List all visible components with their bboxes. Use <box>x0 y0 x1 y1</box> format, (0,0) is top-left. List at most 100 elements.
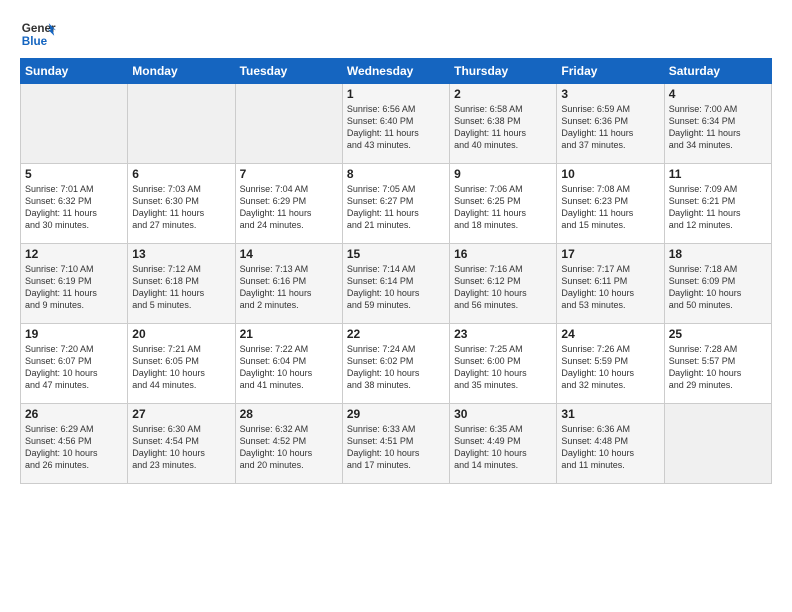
day-info: Sunrise: 7:01 AM Sunset: 6:32 PM Dayligh… <box>25 183 123 232</box>
day-number: 27 <box>132 407 230 421</box>
logo-icon: General Blue <box>20 16 56 52</box>
weekday-header-row: SundayMondayTuesdayWednesdayThursdayFrid… <box>21 59 772 84</box>
day-cell: 22 Sunrise: 7:24 AM Sunset: 6:02 PM Dayli… <box>342 324 449 404</box>
day-info: Sunrise: 6:59 AM Sunset: 6:36 PM Dayligh… <box>561 103 659 152</box>
weekday-header-tuesday: Tuesday <box>235 59 342 84</box>
day-cell: 15Sunrise: 7:14 AM Sunset: 6:14 PM Dayli… <box>342 244 449 324</box>
day-info: Sunrise: 6:29 AM Sunset: 4:56 PM Dayligh… <box>25 423 123 472</box>
day-cell: 11 Sunrise: 7:09 AM Sunset: 6:21 PM Dayli… <box>664 164 771 244</box>
day-info: Sunrise: 7:22 AM Sunset: 6:04 PM Dayligh… <box>240 343 338 392</box>
day-cell: 3 Sunrise: 6:59 AM Sunset: 6:36 PM Daylig… <box>557 84 664 164</box>
day-info: Sunrise: 7:00 AM Sunset: 6:34 PM Dayligh… <box>669 103 767 152</box>
day-number: 6 <box>132 167 230 181</box>
day-info: Sunrise: 6:35 AM Sunset: 4:49 PM Dayligh… <box>454 423 552 472</box>
day-cell <box>664 404 771 484</box>
day-number: 17 <box>561 247 659 261</box>
day-cell: 24Sunrise: 7:26 AM Sunset: 5:59 PM Dayli… <box>557 324 664 404</box>
weekday-header-saturday: Saturday <box>664 59 771 84</box>
day-info: Sunrise: 7:08 AM Sunset: 6:23 PM Dayligh… <box>561 183 659 232</box>
day-cell: 18 Sunrise: 7:18 AM Sunset: 6:09 PM Dayli… <box>664 244 771 324</box>
day-info: Sunrise: 7:25 AM Sunset: 6:00 PM Dayligh… <box>454 343 552 392</box>
day-number: 20 <box>132 327 230 341</box>
day-info: Sunrise: 7:12 AM Sunset: 6:18 PM Dayligh… <box>132 263 230 312</box>
day-cell: 2 Sunrise: 6:58 AM Sunset: 6:38 PM Daylig… <box>450 84 557 164</box>
day-cell: 25 Sunrise: 7:28 AM Sunset: 5:57 PM Dayli… <box>664 324 771 404</box>
day-cell: 17 Sunrise: 7:17 AM Sunset: 6:11 PM Dayli… <box>557 244 664 324</box>
day-info: Sunrise: 7:09 AM Sunset: 6:21 PM Dayligh… <box>669 183 767 232</box>
day-cell: 4 Sunrise: 7:00 AM Sunset: 6:34 PM Daylig… <box>664 84 771 164</box>
day-info: Sunrise: 7:14 AM Sunset: 6:14 PM Dayligh… <box>347 263 445 312</box>
day-number: 11 <box>669 167 767 181</box>
day-cell: 21 Sunrise: 7:22 AM Sunset: 6:04 PM Dayli… <box>235 324 342 404</box>
svg-text:Blue: Blue <box>22 35 48 48</box>
day-number: 16 <box>454 247 552 261</box>
weekday-header-monday: Monday <box>128 59 235 84</box>
day-cell: 13 Sunrise: 7:12 AM Sunset: 6:18 PM Dayli… <box>128 244 235 324</box>
day-number: 23 <box>454 327 552 341</box>
day-number: 28 <box>240 407 338 421</box>
day-number: 31 <box>561 407 659 421</box>
day-info: Sunrise: 7:20 AM Sunset: 6:07 PM Dayligh… <box>25 343 123 392</box>
day-number: 21 <box>240 327 338 341</box>
logo: General Blue <box>20 16 56 52</box>
day-info: Sunrise: 7:24 AM Sunset: 6:02 PM Dayligh… <box>347 343 445 392</box>
day-cell: 28Sunrise: 6:32 AM Sunset: 4:52 PM Dayli… <box>235 404 342 484</box>
day-number: 5 <box>25 167 123 181</box>
day-info: Sunrise: 7:18 AM Sunset: 6:09 PM Dayligh… <box>669 263 767 312</box>
day-number: 18 <box>669 247 767 261</box>
day-number: 30 <box>454 407 552 421</box>
day-cell: 30 Sunrise: 6:35 AM Sunset: 4:49 PM Dayli… <box>450 404 557 484</box>
day-number: 13 <box>132 247 230 261</box>
day-number: 2 <box>454 87 552 101</box>
calendar-table: SundayMondayTuesdayWednesdayThursdayFrid… <box>20 58 772 484</box>
day-cell <box>128 84 235 164</box>
day-info: Sunrise: 6:36 AM Sunset: 4:48 PM Dayligh… <box>561 423 659 472</box>
week-row-2: 5 Sunrise: 7:01 AM Sunset: 6:32 PM Daylig… <box>21 164 772 244</box>
day-cell: 29Sunrise: 6:33 AM Sunset: 4:51 PM Dayli… <box>342 404 449 484</box>
day-info: Sunrise: 7:26 AM Sunset: 5:59 PM Dayligh… <box>561 343 659 392</box>
weekday-header-friday: Friday <box>557 59 664 84</box>
day-number: 19 <box>25 327 123 341</box>
day-cell: 1Sunrise: 6:56 AM Sunset: 6:40 PM Daylig… <box>342 84 449 164</box>
day-cell: 10 Sunrise: 7:08 AM Sunset: 6:23 PM Dayli… <box>557 164 664 244</box>
day-cell: 5 Sunrise: 7:01 AM Sunset: 6:32 PM Daylig… <box>21 164 128 244</box>
day-number: 1 <box>347 87 445 101</box>
day-cell: 16 Sunrise: 7:16 AM Sunset: 6:12 PM Dayli… <box>450 244 557 324</box>
day-cell: 23 Sunrise: 7:25 AM Sunset: 6:00 PM Dayli… <box>450 324 557 404</box>
day-cell <box>21 84 128 164</box>
day-info: Sunrise: 6:58 AM Sunset: 6:38 PM Dayligh… <box>454 103 552 152</box>
day-info: Sunrise: 7:28 AM Sunset: 5:57 PM Dayligh… <box>669 343 767 392</box>
day-number: 25 <box>669 327 767 341</box>
day-number: 7 <box>240 167 338 181</box>
day-cell: 20 Sunrise: 7:21 AM Sunset: 6:05 PM Dayli… <box>128 324 235 404</box>
header: General Blue <box>20 16 772 52</box>
day-info: Sunrise: 7:06 AM Sunset: 6:25 PM Dayligh… <box>454 183 552 232</box>
day-number: 22 <box>347 327 445 341</box>
day-cell: 8Sunrise: 7:05 AM Sunset: 6:27 PM Daylig… <box>342 164 449 244</box>
day-number: 4 <box>669 87 767 101</box>
weekday-header-sunday: Sunday <box>21 59 128 84</box>
weekday-header-wednesday: Wednesday <box>342 59 449 84</box>
day-cell: 26 Sunrise: 6:29 AM Sunset: 4:56 PM Dayli… <box>21 404 128 484</box>
day-cell: 19 Sunrise: 7:20 AM Sunset: 6:07 PM Dayli… <box>21 324 128 404</box>
day-cell: 14 Sunrise: 7:13 AM Sunset: 6:16 PM Dayli… <box>235 244 342 324</box>
day-number: 10 <box>561 167 659 181</box>
day-info: Sunrise: 7:16 AM Sunset: 6:12 PM Dayligh… <box>454 263 552 312</box>
day-info: Sunrise: 7:17 AM Sunset: 6:11 PM Dayligh… <box>561 263 659 312</box>
day-cell: 6Sunrise: 7:03 AM Sunset: 6:30 PM Daylig… <box>128 164 235 244</box>
day-number: 29 <box>347 407 445 421</box>
day-info: Sunrise: 6:30 AM Sunset: 4:54 PM Dayligh… <box>132 423 230 472</box>
day-number: 12 <box>25 247 123 261</box>
day-number: 3 <box>561 87 659 101</box>
day-cell <box>235 84 342 164</box>
day-cell: 9Sunrise: 7:06 AM Sunset: 6:25 PM Daylig… <box>450 164 557 244</box>
day-info: Sunrise: 7:13 AM Sunset: 6:16 PM Dayligh… <box>240 263 338 312</box>
week-row-3: 12Sunrise: 7:10 AM Sunset: 6:19 PM Dayli… <box>21 244 772 324</box>
day-number: 26 <box>25 407 123 421</box>
day-info: Sunrise: 7:21 AM Sunset: 6:05 PM Dayligh… <box>132 343 230 392</box>
day-cell: 7Sunrise: 7:04 AM Sunset: 6:29 PM Daylig… <box>235 164 342 244</box>
day-number: 14 <box>240 247 338 261</box>
day-cell: 12Sunrise: 7:10 AM Sunset: 6:19 PM Dayli… <box>21 244 128 324</box>
day-cell: 31 Sunrise: 6:36 AM Sunset: 4:48 PM Dayli… <box>557 404 664 484</box>
day-cell: 27 Sunrise: 6:30 AM Sunset: 4:54 PM Dayli… <box>128 404 235 484</box>
